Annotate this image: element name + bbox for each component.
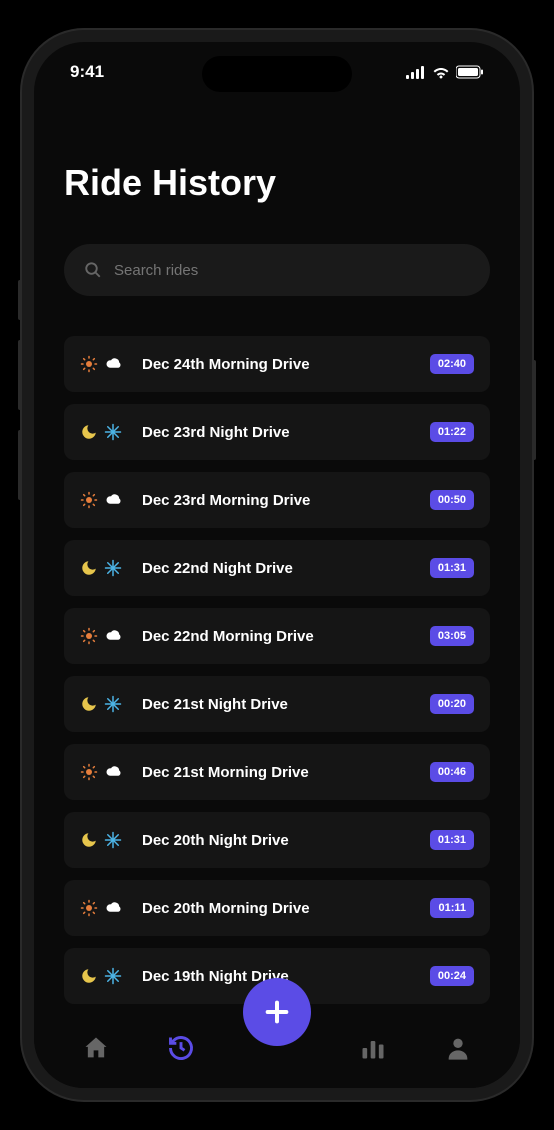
ride-title: Dec 20th Morning Drive	[142, 900, 430, 917]
ride-duration-badge: 00:24	[430, 966, 474, 986]
sun-icon	[80, 763, 98, 781]
wifi-icon	[432, 65, 450, 79]
ride-list: Dec 24th Morning Drive 02:40 Dec 23rd Ni…	[64, 336, 490, 1004]
cloud-icon	[104, 627, 124, 645]
nav-profile[interactable]	[436, 1026, 480, 1070]
ride-title: Dec 20th Night Drive	[142, 832, 430, 849]
ride-item[interactable]: Dec 21st Night Drive 00:20	[64, 676, 490, 732]
sun-icon	[80, 627, 98, 645]
mute-switch	[18, 280, 22, 320]
home-icon	[82, 1034, 110, 1062]
moon-icon	[80, 831, 98, 849]
ride-duration-badge: 01:11	[430, 898, 474, 918]
search-icon	[84, 261, 102, 279]
ride-title: Dec 21st Night Drive	[142, 696, 430, 713]
profile-icon	[444, 1034, 472, 1062]
ride-item[interactable]: Dec 21st Morning Drive 00:46	[64, 744, 490, 800]
add-ride-button[interactable]	[243, 978, 311, 1046]
ride-duration-badge: 00:20	[430, 694, 474, 714]
stats-icon	[359, 1034, 387, 1062]
dynamic-island	[202, 56, 352, 92]
ride-icons	[80, 491, 130, 509]
ride-title: Dec 23rd Morning Drive	[142, 492, 430, 509]
volume-up-button	[18, 340, 22, 410]
search-bar[interactable]	[64, 244, 490, 296]
cloud-icon	[104, 763, 124, 781]
ride-icons	[80, 899, 130, 917]
snowflake-icon	[104, 423, 122, 441]
ride-item[interactable]: Dec 20th Night Drive 01:31	[64, 812, 490, 868]
status-time: 9:41	[70, 62, 104, 82]
ride-item[interactable]: Dec 20th Morning Drive 01:11	[64, 880, 490, 936]
screen: 9:41 Ride History Dec 24th Morning Drive…	[34, 42, 520, 1088]
moon-icon	[80, 695, 98, 713]
ride-icons	[80, 423, 130, 441]
ride-icons	[80, 695, 130, 713]
volume-down-button	[18, 430, 22, 500]
nav-history[interactable]	[159, 1026, 203, 1070]
ride-duration-badge: 01:31	[430, 830, 474, 850]
ride-icons	[80, 967, 130, 985]
moon-icon	[80, 559, 98, 577]
ride-item[interactable]: Dec 22nd Morning Drive 03:05	[64, 608, 490, 664]
cloud-icon	[104, 355, 124, 373]
moon-icon	[80, 423, 98, 441]
ride-title: Dec 21st Morning Drive	[142, 764, 430, 781]
sun-icon	[80, 899, 98, 917]
ride-icons	[80, 831, 130, 849]
ride-title: Dec 22nd Night Drive	[142, 560, 430, 577]
moon-icon	[80, 967, 98, 985]
ride-icons	[80, 763, 130, 781]
content-area: Ride History Dec 24th Morning Drive 02:4…	[34, 102, 520, 1008]
sun-icon	[80, 491, 98, 509]
ride-icons	[80, 627, 130, 645]
sun-icon	[80, 355, 98, 373]
ride-title: Dec 22nd Morning Drive	[142, 628, 430, 645]
cloud-icon	[104, 899, 124, 917]
search-input[interactable]	[114, 262, 470, 279]
snowflake-icon	[104, 831, 122, 849]
power-button	[532, 360, 536, 460]
ride-duration-badge: 02:40	[430, 354, 474, 374]
snowflake-icon	[104, 967, 122, 985]
snowflake-icon	[104, 695, 122, 713]
phone-frame: 9:41 Ride History Dec 24th Morning Drive…	[22, 30, 532, 1100]
battery-icon	[456, 65, 484, 79]
ride-icons	[80, 559, 130, 577]
cellular-icon	[406, 65, 426, 79]
ride-item[interactable]: Dec 23rd Night Drive 01:22	[64, 404, 490, 460]
cloud-icon	[104, 491, 124, 509]
ride-title: Dec 23rd Night Drive	[142, 424, 430, 441]
nav-stats[interactable]	[351, 1026, 395, 1070]
snowflake-icon	[104, 559, 122, 577]
status-indicators	[406, 65, 484, 79]
ride-item[interactable]: Dec 23rd Morning Drive 00:50	[64, 472, 490, 528]
ride-duration-badge: 00:50	[430, 490, 474, 510]
history-icon	[167, 1034, 195, 1062]
ride-item[interactable]: Dec 22nd Night Drive 01:31	[64, 540, 490, 596]
ride-duration-badge: 00:46	[430, 762, 474, 782]
ride-duration-badge: 03:05	[430, 626, 474, 646]
ride-duration-badge: 01:31	[430, 558, 474, 578]
nav-home[interactable]	[74, 1026, 118, 1070]
page-title: Ride History	[64, 162, 490, 204]
ride-icons	[80, 355, 130, 373]
ride-duration-badge: 01:22	[430, 422, 474, 442]
ride-item[interactable]: Dec 24th Morning Drive 02:40	[64, 336, 490, 392]
plus-icon	[261, 996, 293, 1028]
ride-title: Dec 24th Morning Drive	[142, 356, 430, 373]
